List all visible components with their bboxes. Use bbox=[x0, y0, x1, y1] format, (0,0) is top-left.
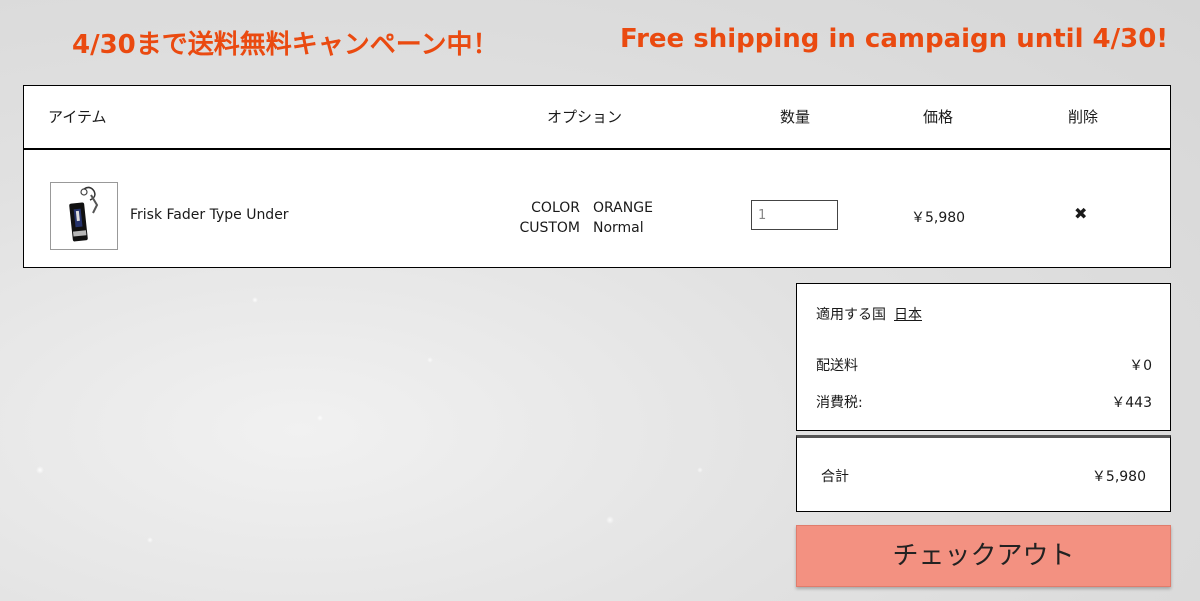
quantity-input[interactable] bbox=[751, 200, 838, 230]
header-quantity: 数量 bbox=[780, 108, 811, 126]
cart-table-header: アイテム オプション 数量 価格 削除 bbox=[24, 86, 1170, 150]
option-key-custom: CUSTOM bbox=[519, 220, 580, 236]
option-value-custom: Normal bbox=[593, 220, 644, 236]
checkout-button[interactable]: チェックアウト bbox=[796, 525, 1171, 587]
campaign-banner: 4/30まで送料無料キャンペーン中！ Free shipping in camp… bbox=[0, 24, 1200, 60]
option-values: ORANGE Normal bbox=[593, 198, 653, 238]
campaign-text-jp: 4/30まで送料無料キャンペーン中！ bbox=[72, 30, 499, 60]
country-row: 適用する国 日本 bbox=[816, 304, 922, 324]
shipping-value: ￥0 bbox=[1129, 358, 1152, 374]
cart-item-row: Frisk Fader Type Under COLOR CUSTOM ORAN… bbox=[24, 150, 1170, 268]
header-price: 価格 bbox=[923, 108, 954, 126]
option-keys: COLOR CUSTOM bbox=[484, 198, 580, 238]
fader-product-icon bbox=[69, 186, 99, 242]
country-link[interactable]: 日本 bbox=[894, 307, 922, 323]
product-thumbnail[interactable] bbox=[50, 182, 118, 250]
tax-value: ￥443 bbox=[1111, 395, 1152, 411]
item-price: ￥5,980 bbox=[911, 210, 966, 226]
order-summary: 適用する国 日本 配送料 ￥0 消費税: ￥443 bbox=[796, 283, 1171, 431]
header-option: オプション bbox=[547, 108, 623, 126]
header-remove: 削除 bbox=[1068, 108, 1099, 126]
order-total: 合計 ￥5,980 bbox=[796, 435, 1171, 512]
product-name[interactable]: Frisk Fader Type Under bbox=[130, 207, 289, 223]
total-value: ￥5,980 bbox=[1091, 469, 1146, 485]
shipping-label: 配送料 bbox=[816, 358, 858, 374]
campaign-text-en: Free shipping in campaign until 4/30! bbox=[620, 24, 1169, 54]
header-item: アイテム bbox=[48, 108, 107, 126]
cart-table: アイテム オプション 数量 価格 削除 Frisk Fader Type Und… bbox=[23, 85, 1171, 268]
option-key-color: COLOR bbox=[531, 200, 580, 216]
option-value-color: ORANGE bbox=[593, 200, 653, 216]
total-label: 合計 bbox=[821, 469, 849, 485]
remove-item-icon[interactable]: ✖ bbox=[1074, 204, 1087, 223]
country-label: 適用する国 bbox=[816, 307, 886, 323]
tax-label: 消費税: bbox=[816, 395, 863, 411]
